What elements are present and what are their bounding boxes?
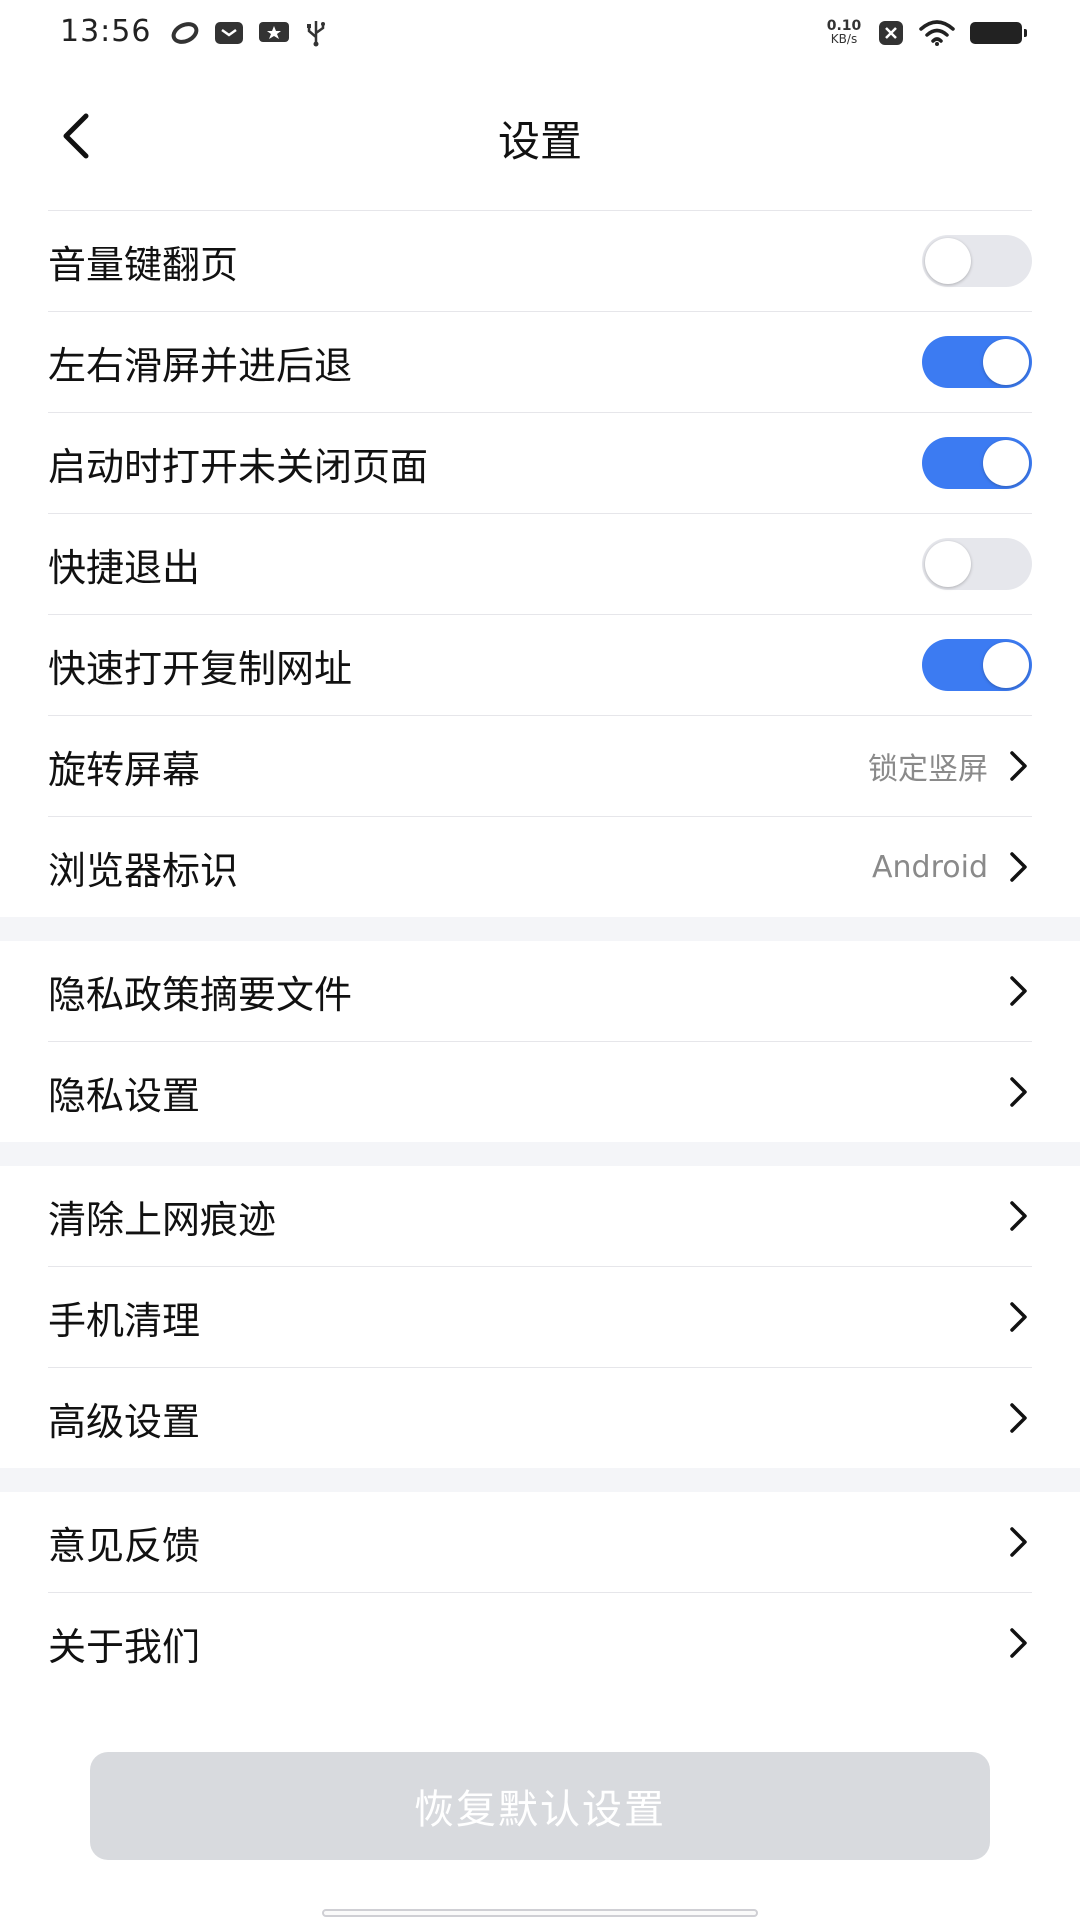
setting-row-volume-key-page[interactable]: 音量键翻页: [48, 210, 1032, 311]
chevron-right-icon: [1010, 751, 1027, 781]
setting-label: 快速打开复制网址: [48, 646, 353, 691]
setting-row-swipe-nav[interactable]: 左右滑屏并进后退: [48, 311, 1032, 412]
star-card-icon: [259, 22, 289, 42]
status-left-icons: [170, 18, 328, 48]
page-title: 设置: [497, 117, 582, 166]
quick-exit-toggle[interactable]: [922, 538, 1032, 590]
setting-row-phone-cleanup[interactable]: 手机清理: [48, 1266, 1032, 1367]
settings-group-cleanup: 清除上网痕迹 手机清理 高级设置: [0, 1166, 1080, 1468]
chevron-right-icon: [1010, 852, 1027, 882]
setting-label: 手机清理: [48, 1298, 201, 1343]
section-divider: [0, 917, 1080, 941]
setting-row-quick-exit[interactable]: 快捷退出: [48, 513, 1032, 614]
open-copied-url-toggle[interactable]: [922, 639, 1032, 691]
setting-row-restore-pages[interactable]: 启动时打开未关闭页面: [48, 412, 1032, 513]
chevron-right-icon: [1010, 1077, 1027, 1107]
toggle-knob: [925, 238, 971, 284]
setting-row-user-agent[interactable]: 浏览器标识 Android: [48, 816, 1032, 917]
setting-label: 隐私政策摘要文件: [48, 972, 353, 1017]
section-divider: [0, 1468, 1080, 1492]
toggle-knob: [983, 440, 1029, 486]
user-agent-value: Android: [872, 849, 988, 885]
setting-label: 浏览器标识: [48, 848, 239, 893]
settings-group-reading: 音量键翻页 左右滑屏并进后退 启动时打开未关闭页面 快捷退出 快速打开复制网址 …: [0, 210, 1080, 917]
network-speed: 0.10 KB/s: [824, 19, 864, 46]
setting-row-advanced-settings[interactable]: 高级设置: [48, 1367, 1032, 1468]
restore-pages-toggle[interactable]: [922, 437, 1032, 489]
section-divider: [0, 1142, 1080, 1166]
settings-group-privacy: 隐私政策摘要文件 隐私设置: [0, 941, 1080, 1142]
setting-row-rotate-screen[interactable]: 旋转屏幕 锁定竖屏: [48, 715, 1032, 816]
status-time: 13:56: [60, 14, 152, 49]
reset-defaults-button[interactable]: 恢复默认设置: [90, 1752, 990, 1860]
usb-icon: [307, 21, 325, 47]
setting-row-clear-history[interactable]: 清除上网痕迹: [48, 1166, 1032, 1266]
toggle-knob: [925, 541, 971, 587]
toggle-knob: [983, 642, 1029, 688]
swipe-nav-toggle[interactable]: [922, 336, 1032, 388]
close-notification-icon: [879, 21, 903, 45]
setting-label: 意见反馈: [48, 1523, 201, 1568]
setting-row-about-us[interactable]: 关于我们: [48, 1592, 1032, 1693]
settings-list: 音量键翻页 左右滑屏并进后退 启动时打开未关闭页面 快捷退出 快速打开复制网址 …: [0, 210, 1080, 1693]
setting-label: 启动时打开未关闭页面: [48, 444, 429, 489]
setting-row-feedback[interactable]: 意见反馈: [48, 1492, 1032, 1592]
home-indicator[interactable]: [322, 1909, 758, 1917]
setting-label: 快捷退出: [48, 545, 201, 590]
toggle-knob: [983, 339, 1029, 385]
swirl-icon: [171, 22, 199, 44]
chevron-right-icon: [1010, 1628, 1027, 1658]
setting-row-privacy-policy[interactable]: 隐私政策摘要文件: [48, 941, 1032, 1041]
chevron-right-icon: [1010, 976, 1027, 1006]
setting-label: 音量键翻页: [48, 242, 239, 287]
chevron-right-icon: [1010, 1527, 1027, 1557]
settings-group-about: 意见反馈 关于我们: [0, 1492, 1080, 1693]
status-bar: 13:56 0.10 KB/s: [0, 0, 1080, 66]
setting-label: 清除上网痕迹: [48, 1197, 277, 1242]
battery-icon: [970, 22, 1027, 44]
status-right-icons: 0.10 KB/s: [824, 16, 1027, 50]
network-speed-unit: KB/s: [830, 32, 858, 46]
chevron-right-icon: [1010, 1302, 1027, 1332]
wifi-icon: [919, 20, 955, 46]
chevron-right-icon: [1010, 1403, 1027, 1433]
setting-label: 隐私设置: [48, 1073, 201, 1118]
setting-label: 高级设置: [48, 1399, 201, 1444]
setting-label: 左右滑屏并进后退: [48, 343, 353, 388]
title-bar: 设置: [0, 70, 1080, 200]
setting-label: 关于我们: [48, 1624, 201, 1669]
setting-row-privacy-settings[interactable]: 隐私设置: [48, 1041, 1032, 1142]
mail-icon: [215, 22, 243, 44]
chevron-right-icon: [1010, 1201, 1027, 1231]
setting-label: 旋转屏幕: [48, 747, 201, 792]
rotate-screen-value: 锁定竖屏: [868, 752, 988, 787]
setting-row-open-copied-url[interactable]: 快速打开复制网址: [48, 614, 1032, 715]
volume-key-page-toggle[interactable]: [922, 235, 1032, 287]
